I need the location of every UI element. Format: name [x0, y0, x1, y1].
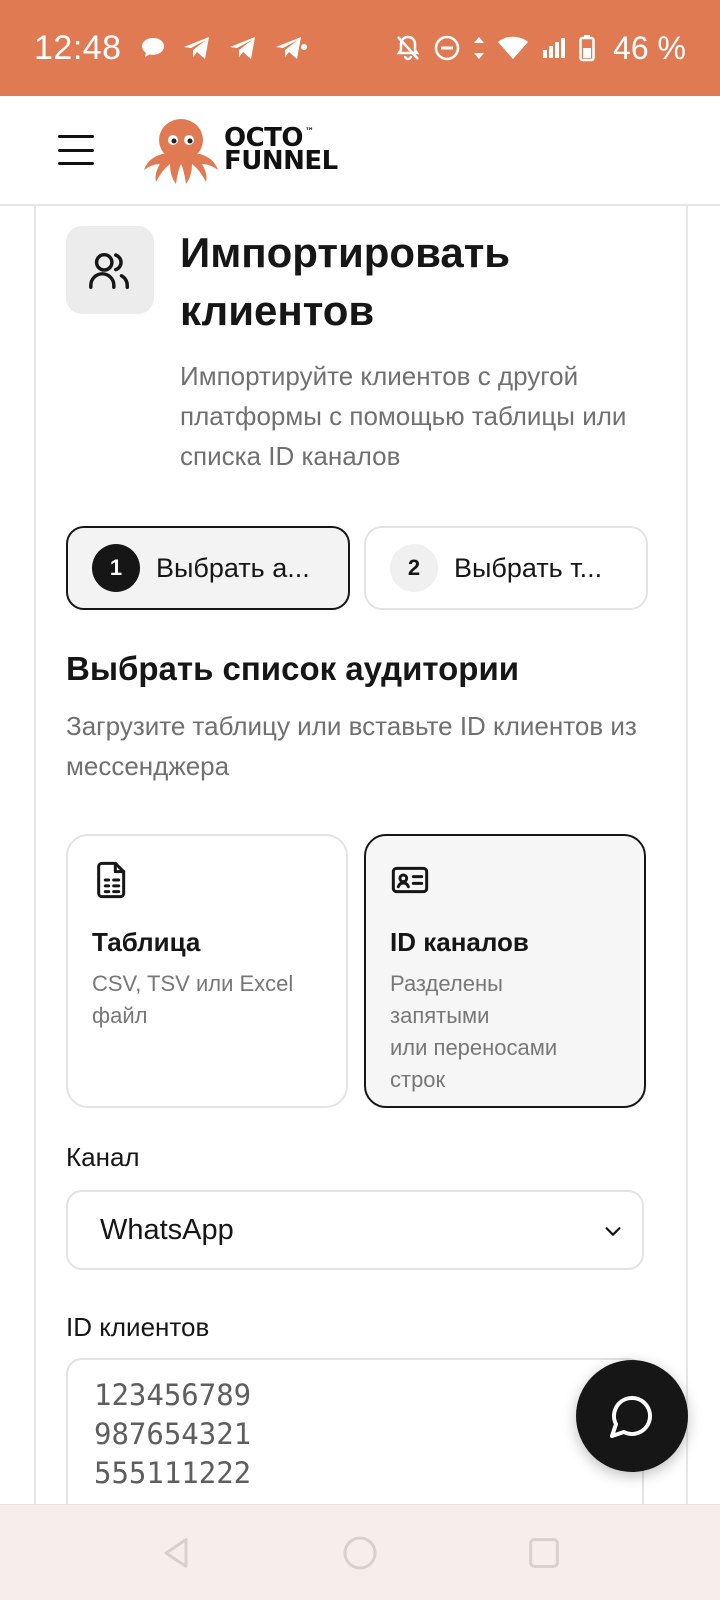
nav-recents-button[interactable] — [522, 1531, 566, 1575]
telegram-icon — [228, 35, 258, 61]
step-label: Выбрать а... — [156, 552, 310, 583]
system-icons: 46 % — [395, 30, 686, 67]
home-circle-icon — [343, 1536, 377, 1569]
back-triangle-icon — [164, 1537, 188, 1568]
wifi-icon — [497, 35, 529, 61]
id-card-icon — [391, 866, 429, 894]
telegram-icon — [182, 35, 212, 61]
status-bar: 12:48 46 % — [0, 0, 720, 96]
section-description: Загрузите таблицу или вставьте ID клиент… — [66, 711, 637, 781]
chat-support-button[interactable] — [576, 1360, 688, 1472]
logo-trademark: ™ — [305, 127, 314, 137]
option-title: ID каналов — [390, 927, 529, 957]
nav-back-button[interactable] — [154, 1531, 198, 1575]
data-transfer-icon — [473, 35, 485, 61]
step-1-tab[interactable]: 1 Выбрать а... — [66, 526, 350, 610]
channel-label: Канал — [66, 1142, 140, 1172]
step-2-tab[interactable]: 2 Выбрать т... — [364, 526, 648, 610]
chevron-down-icon — [605, 1227, 621, 1236]
client-ids-label: ID клиентов — [66, 1312, 210, 1342]
option-description: CSV, TSV или Excel файл — [92, 971, 294, 1028]
telegram-alt-icon — [274, 35, 308, 61]
option-channel-ids-card[interactable]: ID каналов Разделены запятыми или перено… — [364, 834, 646, 1108]
import-panel: Импортировать клиентов Импортируйте клие… — [34, 206, 688, 1506]
spreadsheet-file-icon — [97, 861, 126, 899]
do-not-disturb-icon — [433, 34, 461, 62]
logo-text: OCTO ™ FUNNEL — [224, 125, 338, 176]
battery-percent: 46 % — [613, 29, 686, 66]
channel-select-value: WhatsApp — [100, 1213, 234, 1246]
page-title: Импортировать клиентов — [180, 229, 511, 334]
app-header: OCTO ™ FUNNEL — [0, 96, 720, 206]
nav-home-button[interactable] — [338, 1531, 382, 1575]
recents-square-icon — [529, 1537, 559, 1568]
octopus-logo-icon — [144, 119, 218, 184]
section-title: Выбрать список аудитории — [66, 650, 520, 687]
step-number: 2 — [390, 544, 438, 592]
channel-select[interactable]: WhatsApp — [66, 1190, 644, 1270]
notification-icons — [140, 35, 308, 61]
page-icon-box — [66, 226, 154, 314]
option-table-card[interactable]: Таблица CSV, TSV или Excel файл — [66, 834, 348, 1108]
users-icon — [89, 252, 129, 289]
status-time: 12:48 — [34, 28, 122, 67]
logo[interactable]: OCTO ™ FUNNEL — [140, 114, 338, 186]
client-ids-textarea[interactable]: 123456789 987654321 555111222 — [66, 1358, 644, 1506]
option-title: Таблица — [92, 927, 201, 957]
page-subtitle: Импортируйте клиентов с другой платформы… — [180, 361, 627, 471]
system-nav-bar — [0, 1504, 720, 1600]
bell-muted-icon — [395, 34, 421, 62]
chat-notification-icon — [140, 36, 166, 60]
cell-signal-icon — [541, 36, 567, 60]
step-number: 1 — [92, 544, 140, 592]
step-label: Выбрать т... — [454, 552, 603, 583]
hamburger-menu-icon[interactable] — [58, 135, 94, 165]
chat-bubble-icon — [610, 1396, 652, 1438]
option-description: Разделены запятыми или переносами строк — [390, 971, 558, 1092]
logo-line-2: FUNNEL — [224, 146, 338, 176]
battery-icon — [579, 34, 595, 62]
